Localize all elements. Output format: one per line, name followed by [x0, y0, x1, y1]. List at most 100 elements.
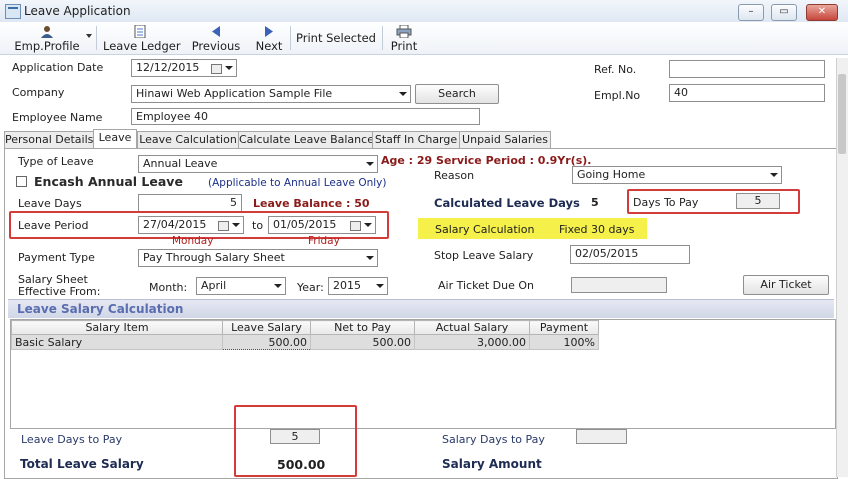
vertical-scrollbar[interactable] [836, 58, 848, 477]
emp-profile-button[interactable]: Emp.Profile [10, 22, 84, 53]
employee-name-field[interactable]: Employee 40 [131, 108, 480, 125]
table-cell[interactable]: Basic Salary [11, 334, 223, 350]
ref-no-field[interactable] [669, 60, 825, 78]
effective-from-label: Effective From: [18, 285, 101, 298]
next-button[interactable]: Next [254, 22, 284, 53]
reason-select[interactable]: Going Home [572, 166, 782, 184]
payment-type-select[interactable]: Pay Through Salary Sheet [138, 249, 378, 267]
chevron-down-icon [366, 256, 374, 260]
year-label: Year: [297, 281, 324, 294]
month-value: April [201, 279, 227, 292]
year-value: 2015 [333, 279, 361, 292]
application-date-value: 12/12/2015 [136, 61, 200, 74]
stop-leave-salary-label: Stop Leave Salary [434, 249, 534, 262]
salary-table: Salary Item Leave Salary Net to Pay Actu… [11, 320, 599, 350]
leave-days-field[interactable]: 5 [138, 194, 242, 212]
calendar-icon [211, 64, 222, 74]
minimize-button[interactable]: – [738, 4, 764, 21]
column-header[interactable]: Net to Pay [310, 320, 415, 335]
company-select[interactable]: Hinawi Web Application Sample File [131, 85, 411, 103]
tab-unpaid-salaries[interactable]: Unpaid Salaries [459, 131, 551, 149]
column-header[interactable]: Payment [529, 320, 599, 335]
period-to-picker[interactable]: 01/05/2015 [268, 216, 376, 234]
payment-type-label: Payment Type [18, 251, 95, 264]
period-from-picker[interactable]: 27/04/2015 [138, 216, 244, 234]
reason-value: Going Home [577, 168, 646, 181]
air-ticket-due-field[interactable] [571, 277, 667, 293]
total-highlight-box [234, 405, 357, 477]
printer-icon [396, 25, 412, 38]
leave-balance: Leave Balance : 50 [253, 197, 370, 210]
company-value: Hinawi Web Application Sample File [136, 87, 333, 100]
title-bar: Leave Application – ▭ ✕ [0, 0, 848, 23]
salary-calculation-value: Fixed 30 days [559, 223, 635, 236]
table-cell[interactable]: 500.00 [310, 334, 415, 350]
toolbar-separator [96, 26, 97, 50]
empl-no-field[interactable]: 40 [669, 84, 825, 102]
leave-period-label: Leave Period [18, 219, 89, 232]
previous-button[interactable]: Previous [190, 22, 242, 53]
leave-days-label: Leave Days [18, 197, 82, 210]
calendar-icon [218, 221, 229, 231]
user-icon [41, 26, 53, 38]
chevron-down-icon [366, 162, 374, 166]
leave-ledger-button[interactable]: Leave Ledger [103, 22, 181, 53]
period-to-value: 01/05/2015 [273, 218, 337, 231]
encash-checkbox[interactable] [16, 176, 27, 187]
emp-profile-dropdown-arrow-icon[interactable] [86, 34, 92, 38]
stop-leave-salary-field[interactable]: 02/05/2015 [570, 245, 690, 264]
column-header[interactable]: Actual Salary [414, 320, 530, 335]
leave-days-to-pay-label: Leave Days to Pay [21, 433, 123, 446]
tab-leave[interactable]: Leave [93, 129, 137, 149]
restore-button[interactable]: ▭ [771, 4, 797, 21]
table-cell[interactable]: 3,000.00 [414, 334, 530, 350]
chevron-down-icon [274, 284, 282, 288]
encash-note: (Applicable to Annual Leave Only) [208, 177, 387, 189]
salary-calculation-label: Salary Calculation [435, 223, 535, 236]
reason-label: Reason [434, 169, 475, 182]
application-date-picker[interactable]: 12/12/2015 [131, 59, 237, 77]
column-header[interactable]: Leave Salary [222, 320, 311, 335]
ref-no-label: Ref. No. [594, 63, 637, 76]
scrollbar-thumb[interactable] [838, 74, 846, 154]
calculated-leave-days-label: Calculated Leave Days [434, 196, 580, 210]
table-cell[interactable]: 500.00 [222, 334, 311, 350]
calculated-leave-days-value: 5 [591, 196, 599, 209]
tab-personal-details[interactable]: Personal Details [4, 131, 94, 149]
table-cell[interactable]: 100% [529, 334, 599, 350]
chevron-down-icon [225, 66, 233, 70]
tab-leave-calculation[interactable]: Leave Calculation [137, 131, 239, 149]
section-title: Leave Salary Calculation [17, 302, 184, 316]
type-of-leave-select[interactable]: Annual Leave [138, 155, 378, 173]
chevron-down-icon [399, 92, 407, 96]
air-ticket-button[interactable]: Air Ticket [743, 275, 829, 295]
next-label: Next [255, 39, 283, 53]
year-select[interactable]: 2015 [328, 277, 388, 295]
close-button[interactable]: ✕ [806, 4, 838, 21]
search-button[interactable]: Search [415, 84, 499, 104]
chevron-down-icon [770, 173, 778, 177]
app-icon [5, 4, 21, 19]
tab-calculate-leave-balance[interactable]: Calculate Leave Balance [238, 131, 374, 149]
total-leave-salary-label: Total Leave Salary [20, 457, 144, 471]
print-selected-label: Print Selected [296, 31, 376, 45]
month-select[interactable]: April [196, 277, 286, 295]
calendar-icon [350, 221, 361, 231]
table-row[interactable]: Basic Salary 500.00 500.00 3,000.00 100% [11, 334, 599, 350]
air-ticket-due-label: Air Ticket Due On [438, 279, 534, 292]
period-from-value: 27/04/2015 [143, 218, 207, 231]
chevron-down-icon [376, 284, 384, 288]
previous-label: Previous [191, 39, 241, 53]
from-day-label: Monday [172, 235, 214, 247]
age-service-period: Age : 29 Service Period : 0.9Yr(s). [381, 154, 592, 167]
print-selected-button[interactable]: Print Selected [296, 22, 376, 53]
print-button[interactable]: Print [388, 22, 420, 53]
column-header[interactable]: Salary Item [11, 320, 223, 335]
salary-amount-label: Salary Amount [442, 457, 542, 471]
to-day-label: Friday [308, 235, 340, 247]
leave-ledger-label: Leave Ledger [103, 39, 181, 53]
tab-staff-in-charge[interactable]: Staff In Charge [372, 131, 460, 149]
company-label: Company [12, 86, 65, 99]
days-to-pay-label: Days To Pay [633, 196, 699, 209]
emp-profile-label: Emp.Profile [14, 39, 80, 53]
